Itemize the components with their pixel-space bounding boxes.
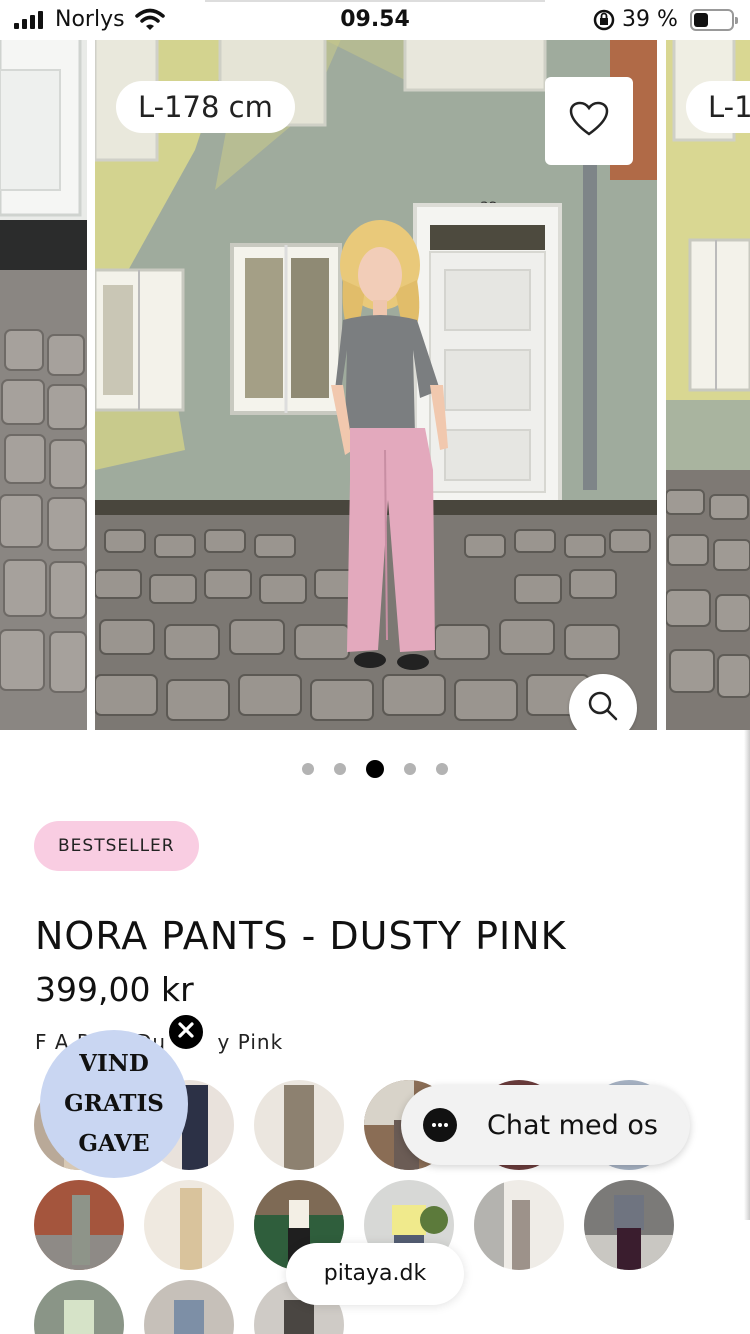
- variant-swatch[interactable]: [584, 1180, 674, 1270]
- gallery-slide-next[interactable]: [666, 30, 750, 730]
- battery-percent: 39 %: [622, 7, 678, 32]
- product-title: NORA PANTS - DUSTY PINK: [35, 914, 567, 958]
- promo-line-2: GRATIS: [64, 1090, 164, 1117]
- gallery-dot-4[interactable]: [404, 763, 416, 775]
- bestseller-badge: BESTSELLER: [34, 821, 199, 871]
- favorite-button[interactable]: [545, 77, 633, 165]
- gallery-dot-5[interactable]: [436, 763, 448, 775]
- gallery-dot-2[interactable]: [334, 763, 346, 775]
- status-bar: Norlys 09.54 39 %: [0, 0, 750, 40]
- chat-bubble-icon: [423, 1108, 457, 1142]
- promo-gift-badge[interactable]: VIND GRATIS GAVE: [40, 1030, 188, 1178]
- gallery-dot-3-active[interactable]: [366, 760, 384, 778]
- heart-icon: [569, 101, 609, 142]
- battery-icon: [690, 9, 738, 31]
- model-size-tag-next: L-1: [686, 81, 750, 133]
- chat-label: Chat med os: [487, 1109, 658, 1141]
- variant-swatch[interactable]: [34, 1180, 124, 1270]
- promo-close-button[interactable]: [167, 1013, 205, 1051]
- variant-swatch[interactable]: [474, 1180, 564, 1270]
- scroll-edge: [744, 730, 750, 1220]
- variant-swatch[interactable]: [34, 1280, 124, 1334]
- chat-button[interactable]: Chat med os: [401, 1085, 690, 1165]
- product-price: 399,00 kr: [35, 970, 194, 1009]
- gallery-dot-1[interactable]: [302, 763, 314, 775]
- variant-swatch[interactable]: [144, 1280, 234, 1334]
- url-bar-hint: [205, 0, 545, 3]
- rotation-lock-icon: [592, 8, 616, 36]
- promo-line-1: VIND: [79, 1050, 149, 1077]
- browser-address-pill[interactable]: pitaya.dk: [286, 1243, 464, 1305]
- variant-swatch[interactable]: [254, 1080, 344, 1170]
- search-icon: [587, 690, 619, 727]
- gallery-slide-previous[interactable]: [0, 30, 87, 730]
- promo-line-3: GAVE: [78, 1130, 150, 1157]
- variant-swatch[interactable]: [144, 1180, 234, 1270]
- gallery-pagination: [0, 760, 750, 778]
- close-icon: [177, 1021, 195, 1044]
- model-size-tag: L-178 cm: [116, 81, 295, 133]
- product-image-gallery[interactable]: 32: [0, 30, 750, 730]
